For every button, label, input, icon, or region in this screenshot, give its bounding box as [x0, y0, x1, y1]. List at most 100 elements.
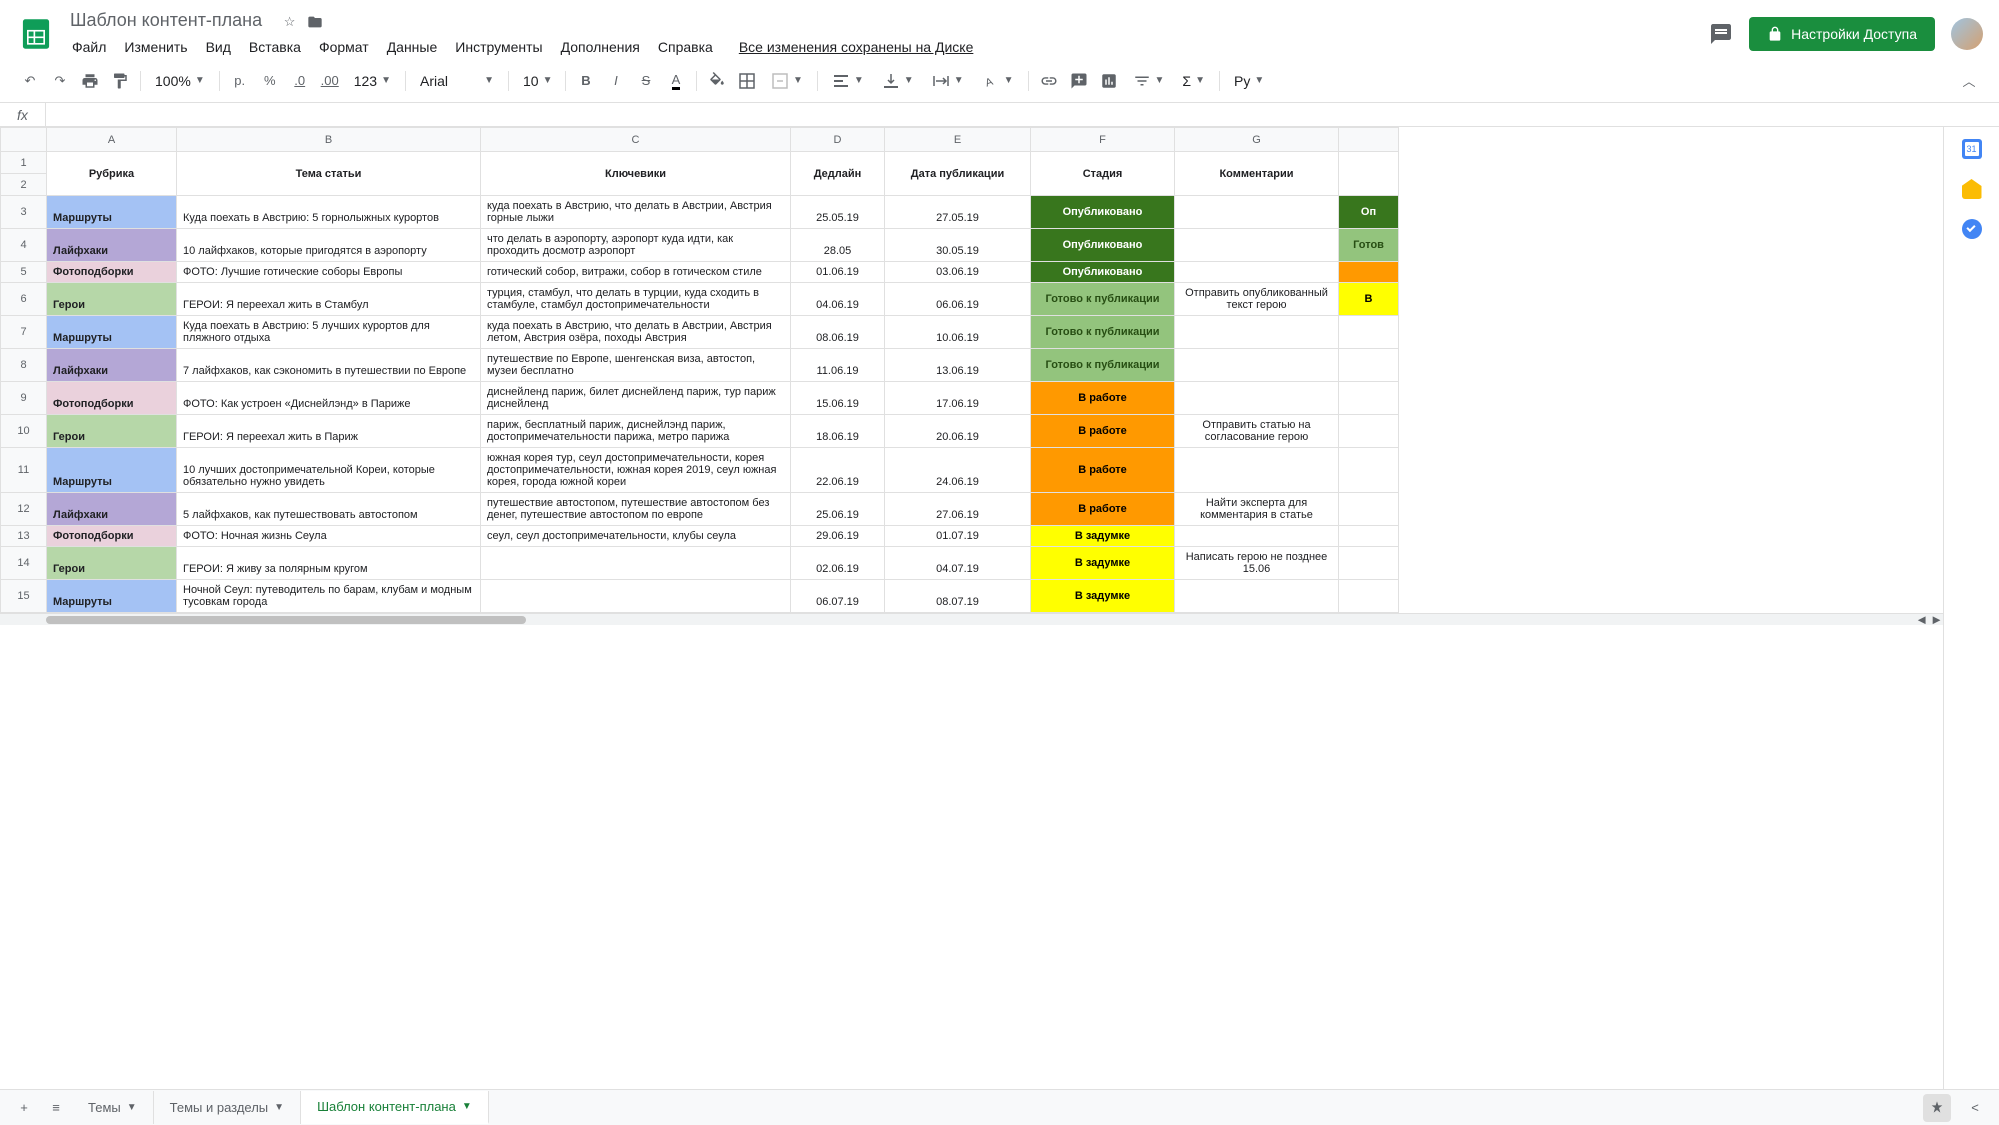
cell-keywords[interactable]: [481, 580, 791, 613]
cell-rubric[interactable]: Маршруты: [47, 196, 177, 229]
cell-rubric[interactable]: Фотоподборки: [47, 382, 177, 415]
cell-rubric[interactable]: Фотоподборки: [47, 526, 177, 547]
sheet-tab[interactable]: Шаблон контент-плана▼: [301, 1091, 489, 1124]
cell-comment[interactable]: [1175, 229, 1339, 262]
cell-keywords[interactable]: диснейленд париж, билет диснейленд париж…: [481, 382, 791, 415]
cell-deadline[interactable]: 08.06.19: [791, 316, 885, 349]
cell-extra[interactable]: [1339, 580, 1399, 613]
header-cell[interactable]: Дедлайн: [791, 152, 885, 196]
cell-comment[interactable]: [1175, 316, 1339, 349]
cell-topic[interactable]: ГЕРОИ: Я переехал жить в Париж: [177, 415, 481, 448]
cell-keywords[interactable]: путешествие по Европе, шенгенская виза, …: [481, 349, 791, 382]
cell-topic[interactable]: Ночной Сеул: путеводитель по барам, клуб…: [177, 580, 481, 613]
cell-deadline[interactable]: 15.06.19: [791, 382, 885, 415]
folder-icon[interactable]: [307, 14, 323, 33]
cell-comment[interactable]: [1175, 262, 1339, 283]
cell-keywords[interactable]: сеул, сеул достопримечательности, клубы …: [481, 526, 791, 547]
cell-comment[interactable]: [1175, 526, 1339, 547]
cell-pubdate[interactable]: 24.06.19: [885, 448, 1031, 493]
col-header-G[interactable]: G: [1175, 128, 1339, 152]
cell-keywords[interactable]: путешествие автостопом, путешествие авто…: [481, 493, 791, 526]
row-header-12[interactable]: 12: [1, 493, 47, 526]
cell-extra[interactable]: [1339, 349, 1399, 382]
cell-deadline[interactable]: 22.06.19: [791, 448, 885, 493]
redo-button[interactable]: ↷: [46, 67, 74, 95]
col-header-A[interactable]: A: [47, 128, 177, 152]
cell-rubric[interactable]: Маршруты: [47, 580, 177, 613]
borders-button[interactable]: [733, 67, 761, 95]
cell-status[interactable]: В работе: [1031, 415, 1175, 448]
menu-данные[interactable]: Данные: [379, 35, 446, 59]
row-header-14[interactable]: 14: [1, 547, 47, 580]
col-header-F[interactable]: F: [1031, 128, 1175, 152]
undo-button[interactable]: ↶: [16, 67, 44, 95]
cell-topic[interactable]: ФОТО: Лучшие готические соборы Европы: [177, 262, 481, 283]
cell-comment[interactable]: [1175, 580, 1339, 613]
cell-extra[interactable]: [1339, 262, 1399, 283]
cell-keywords[interactable]: куда поехать в Австрию, что делать в Авс…: [481, 316, 791, 349]
cell-topic[interactable]: 5 лайфхаков, как путешествовать автостоп…: [177, 493, 481, 526]
row-header-15[interactable]: 15: [1, 580, 47, 613]
row-header-4[interactable]: 4: [1, 229, 47, 262]
cell-status[interactable]: Опубликовано: [1031, 229, 1175, 262]
cell-topic[interactable]: Куда поехать в Австрию: 5 лучших курорто…: [177, 316, 481, 349]
cell-keywords[interactable]: [481, 547, 791, 580]
cell-deadline[interactable]: 04.06.19: [791, 283, 885, 316]
menu-файл[interactable]: Файл: [64, 35, 114, 59]
menu-формат[interactable]: Формат: [311, 35, 377, 59]
row-header-6[interactable]: 6: [1, 283, 47, 316]
cell-extra[interactable]: [1339, 493, 1399, 526]
filter-button[interactable]: ▼: [1125, 68, 1173, 94]
cell-rubric[interactable]: Лайфхаки: [47, 229, 177, 262]
cell-keywords[interactable]: что делать в аэропорту, аэропорт куда ид…: [481, 229, 791, 262]
font-select[interactable]: Arial▼: [412, 69, 502, 93]
cell-keywords[interactable]: готический собор, витражи, собор в готич…: [481, 262, 791, 283]
wrap-button[interactable]: ▼: [924, 68, 972, 94]
cell-pubdate[interactable]: 06.06.19: [885, 283, 1031, 316]
menu-изменить[interactable]: Изменить: [116, 35, 195, 59]
cell-extra[interactable]: [1339, 415, 1399, 448]
cell-status[interactable]: В задумке: [1031, 526, 1175, 547]
paint-format-button[interactable]: [106, 67, 134, 95]
cell-extra[interactable]: В: [1339, 283, 1399, 316]
cell-status[interactable]: Опубликовано: [1031, 196, 1175, 229]
percent-button[interactable]: %: [256, 67, 284, 95]
input-lang-button[interactable]: Ру▼: [1226, 69, 1272, 93]
cell-pubdate[interactable]: 04.07.19: [885, 547, 1031, 580]
menu-справка[interactable]: Справка: [650, 35, 721, 59]
font-size-select[interactable]: 10▼: [515, 69, 559, 93]
cell-topic[interactable]: 10 лучших достопримечательной Кореи, кот…: [177, 448, 481, 493]
fill-color-button[interactable]: [703, 67, 731, 95]
side-panel-toggle[interactable]: <: [1959, 1092, 1991, 1124]
cell-deadline[interactable]: 02.06.19: [791, 547, 885, 580]
header-cell[interactable]: [1339, 152, 1399, 196]
strike-button[interactable]: S: [632, 67, 660, 95]
header-cell[interactable]: Дата публикации: [885, 152, 1031, 196]
cell-pubdate[interactable]: 03.06.19: [885, 262, 1031, 283]
cell-rubric[interactable]: Лайфхаки: [47, 493, 177, 526]
cell-deadline[interactable]: 01.06.19: [791, 262, 885, 283]
cell-status[interactable]: В работе: [1031, 382, 1175, 415]
row-header-2[interactable]: 2: [1, 174, 47, 196]
tasks-icon[interactable]: [1962, 219, 1982, 239]
col-header-D[interactable]: D: [791, 128, 885, 152]
cell-comment[interactable]: [1175, 196, 1339, 229]
sheets-logo[interactable]: [16, 14, 56, 54]
row-header-10[interactable]: 10: [1, 415, 47, 448]
cell-pubdate[interactable]: 20.06.19: [885, 415, 1031, 448]
cell-deadline[interactable]: 28.05: [791, 229, 885, 262]
valign-button[interactable]: ▼: [874, 68, 922, 94]
horizontal-scrollbar[interactable]: ◄►: [0, 613, 1943, 625]
cell-rubric[interactable]: Фотоподборки: [47, 262, 177, 283]
cell-status[interactable]: Готово к публикации: [1031, 283, 1175, 316]
italic-button[interactable]: I: [602, 67, 630, 95]
cell-extra[interactable]: Оп: [1339, 196, 1399, 229]
sheet-tab[interactable]: Темы и разделы▼: [154, 1091, 301, 1124]
cell-rubric[interactable]: Лайфхаки: [47, 349, 177, 382]
cell-status[interactable]: Готово к публикации: [1031, 316, 1175, 349]
print-button[interactable]: [76, 67, 104, 95]
sheet-tab[interactable]: Темы▼: [72, 1091, 154, 1124]
cell-keywords[interactable]: южная корея тур, сеул достопримечательно…: [481, 448, 791, 493]
comments-icon[interactable]: [1709, 22, 1733, 46]
cell-comment[interactable]: [1175, 349, 1339, 382]
